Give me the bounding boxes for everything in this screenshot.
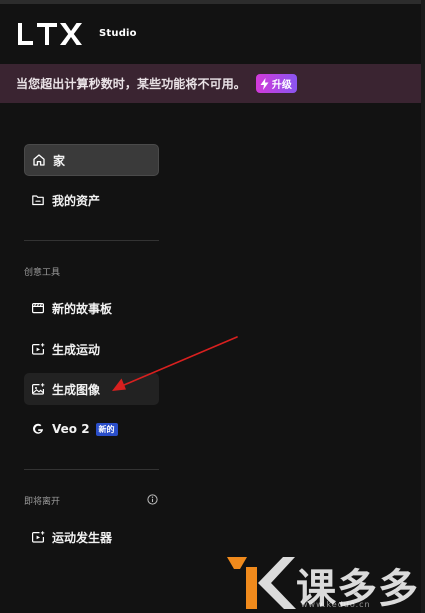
banner-message: 当您超出计算秒数时，某些功能将不可用。 [16,77,246,91]
nav-label-home: 家 [53,153,66,168]
nav-item-generate-image[interactable]: 生成图像 [24,373,159,405]
ltx-studio-logo[interactable]: Studio [17,22,137,46]
nav-item-my-assets[interactable]: 我的资产 [24,184,159,216]
video-sparkle-icon [30,341,46,357]
section-label-creative-tools: 创意工具 [24,268,61,278]
google-g-icon [30,421,46,437]
nav-item-motion-generator[interactable]: 运动发生器 [24,521,159,553]
divider [24,469,159,470]
nav-label-veo-2: Veo 2 [52,422,90,436]
watermark: 课多多 www.keduo.cn [227,553,422,612]
divider [24,240,159,241]
ltx-logo-mark [18,23,82,45]
compute-limit-banner: 当您超出计算秒数时，某些功能将不可用。 升级 [0,64,421,103]
nav-item-generate-motion[interactable]: 生成运动 [24,333,159,365]
video-sparkle-icon [30,529,46,545]
nav-label-new-storyboard: 新的故事板 [52,301,113,316]
nav-label-generate-image: 生成图像 [52,382,101,397]
nav-item-new-storyboard[interactable]: 新的故事板 [24,292,159,324]
upgrade-label: 升级 [271,80,292,91]
image-sparkle-icon [30,381,46,397]
new-badge: 新的 [95,422,118,436]
nav-item-home[interactable]: 家 [24,144,159,176]
scrollbar-track[interactable] [421,0,425,613]
nav-item-veo-2[interactable]: Veo 2 新的 [24,413,159,445]
watermark-url: www.keduo.cn [301,600,371,609]
nav-label-my-assets: 我的资产 [52,193,101,208]
folder-icon [30,192,46,208]
info-icon[interactable] [147,494,158,505]
section-label-coming-soon: 即将离开 [24,497,61,507]
nav-label-generate-motion: 生成运动 [52,342,101,357]
home-icon [31,152,47,168]
nav-label-motion-generator: 运动发生器 [52,530,113,545]
top-border [0,0,425,4]
logo-studio-text: Studio [99,28,137,39]
watermark-logo-icon [227,557,296,609]
lightning-icon [260,77,269,90]
clapperboard-icon [30,300,46,316]
app-window: Studio 当您超出计算秒数时，某些功能将不可用。 升级 家 我的资产 创意工… [0,0,425,613]
upgrade-button[interactable]: 升级 [255,74,297,93]
